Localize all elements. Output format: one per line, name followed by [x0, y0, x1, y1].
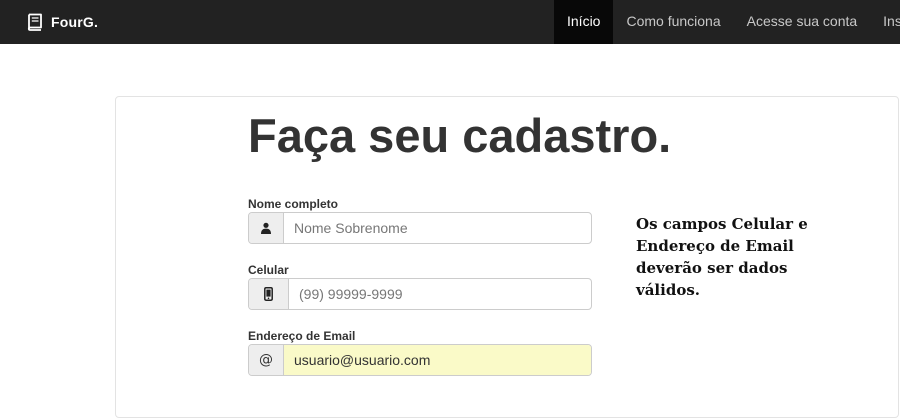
mobile-phone-icon	[264, 287, 273, 301]
email-addon: @	[249, 345, 284, 375]
nav-links: Início Como funciona Acesse sua conta In…	[554, 0, 900, 44]
nav-link-acesse-sua-conta[interactable]: Acesse sua conta	[734, 0, 871, 44]
top-navbar: FourG. Início Como funciona Acesse sua c…	[0, 0, 900, 44]
name-label: Nome completo	[248, 197, 339, 211]
at-sign-icon: @	[259, 352, 273, 368]
phone-addon	[249, 279, 289, 309]
name-input-group	[248, 212, 592, 244]
phone-label: Celular	[248, 263, 289, 277]
email-input-group: @	[248, 344, 592, 376]
name-addon	[249, 213, 284, 243]
phone-input-group	[248, 278, 592, 310]
phone-input[interactable]	[289, 279, 591, 309]
page-title: Faça seu cadastro.	[248, 109, 672, 162]
email-label: Endereço de Email	[248, 329, 356, 343]
brand-link[interactable]: FourG.	[25, 0, 98, 44]
nav-link-como-funciona[interactable]: Como funciona	[613, 0, 733, 44]
name-input[interactable]	[284, 213, 591, 243]
book-icon	[27, 13, 42, 31]
brand-name: FourG.	[51, 14, 99, 30]
user-icon	[261, 222, 271, 234]
nav-link-inicio[interactable]: Início	[554, 0, 614, 44]
nav-link-inscreva-se[interactable]: Inscreva-se	[870, 0, 900, 44]
email-input[interactable]	[284, 345, 591, 375]
validation-note: Os campos Celular e Endereço de Email de…	[636, 215, 808, 299]
